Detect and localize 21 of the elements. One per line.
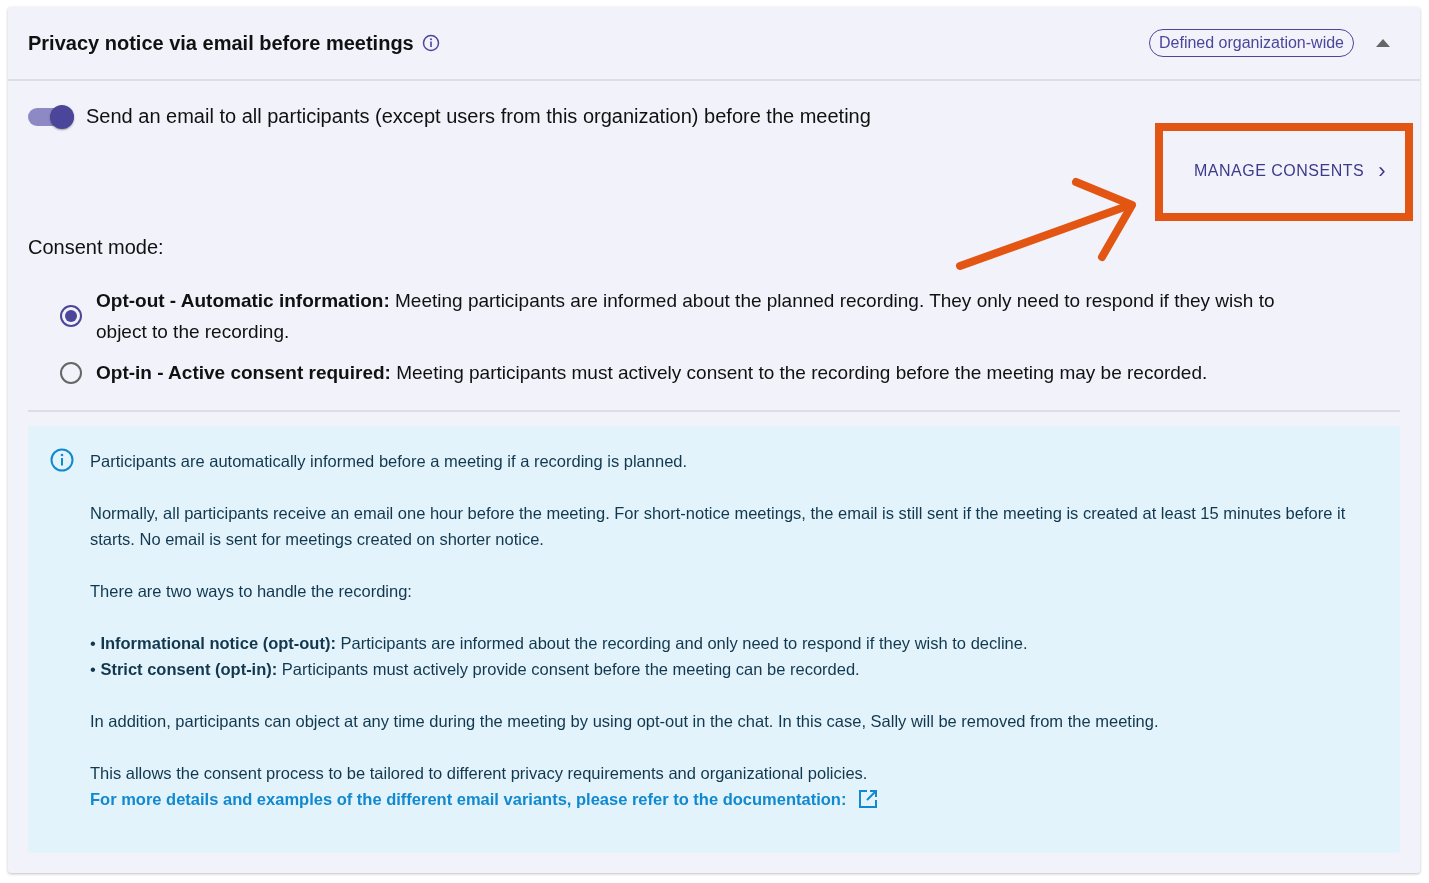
collapse-caret-icon[interactable] [1376,39,1390,47]
info-text: There are two ways to handle the recording: [90,581,413,602]
info-text: • Strict consent (opt-in): Participants must actively provide consent before the meeting can be recorded. [90,659,861,680]
info-text: In addition, participants can object at any time during the meeting by using opt-out in the chat. In this case, Sally will be removed from the meeting. [90,711,1160,732]
info-icon [50,448,74,472]
info-text: Normally, all participants receive an email one hour before the meeting. For short-notice meetings, the email is still sent if the meeting is created at least 15 minutes before it starts. No email is sent for meetings created on shorter notice. [90,503,1347,550]
info-text: This allows the consent process to be tailored to different privacy requirements and organizational policies. [90,763,869,784]
radio-button[interactable] [60,305,82,327]
section-title: Privacy notice via email before meetings [28,31,414,55]
info-text: Participants are automatically informed before a meeting if a recording is planned. [90,451,689,472]
info-icon[interactable] [421,34,440,52]
option-description: Opt-out - Automatic information: Meeting participants are informed about the planned recording. They only need to respond if they wish to object to the recording. [96,289,1276,344]
email-toggle[interactable] [28,107,74,126]
option-description: Opt-in - Active consent required: Meeting participants must actively consent to the recording before the meeting may be recorded. [96,361,1208,385]
consent-mode-label: Consent mode: [28,236,165,259]
radio-button[interactable] [60,361,82,384]
manage-consents-button[interactable]: MANAGE CONSENTS › [1186,152,1394,190]
card-header[interactable]: Privacy notice via email before meetings Defined organization-wide [8,7,1420,81]
toggle-label: Send an email to all participants (except users from this organization) before the meeting [86,105,871,128]
external-link-icon [858,789,879,809]
info-text: • Informational notice (opt-out): Participants are informed about the recording and only need to respond if they wish to decline. [90,633,1029,654]
